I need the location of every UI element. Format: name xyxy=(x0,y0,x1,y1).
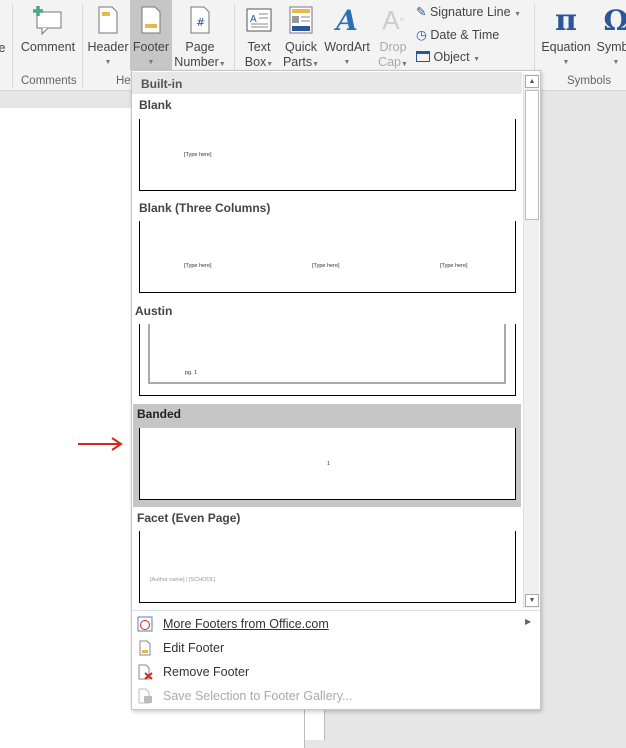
preview: [Author name] | [SCHOOL] xyxy=(139,531,516,603)
text-box-button[interactable]: A Text Box▼ xyxy=(238,0,280,74)
scroll-up-button[interactable]: ▲ xyxy=(525,75,539,88)
section-header-built-in: Built-in xyxy=(132,72,522,94)
object-button[interactable]: Object ▼ xyxy=(416,50,480,64)
submenu-arrow-icon: ▶ xyxy=(525,617,532,626)
omega-icon: Ω xyxy=(603,3,626,37)
quick-parts-icon xyxy=(282,0,320,40)
header-button[interactable]: Header ▼ xyxy=(86,0,130,74)
menu-item-remove-footer[interactable]: Remove Footer xyxy=(132,660,540,684)
group-header-footer: He xyxy=(116,75,131,87)
gallery-item-blank-three-columns[interactable]: Blank (Three Columns) [Type here] [Type … xyxy=(133,197,521,300)
quick-parts-button[interactable]: Quick Parts▼ xyxy=(282,0,320,74)
preview: [Type here] [Type here] [Type here] xyxy=(139,221,516,293)
drop-cap-icon: A ≡ xyxy=(382,4,404,35)
calendar-clock-icon: ◷ xyxy=(416,28,427,42)
remove-footer-icon xyxy=(138,664,153,680)
drop-cap-button[interactable]: A ≡ Drop Cap▼ xyxy=(374,0,412,74)
preview: 1 xyxy=(139,428,516,500)
equation-button[interactable]: π Equation ▼ xyxy=(538,0,594,74)
gallery-scrollbar[interactable]: ▲ ▼ xyxy=(523,74,539,608)
object-icon xyxy=(416,51,430,62)
partial-button[interactable]: e xyxy=(0,41,8,115)
menu-item-more-footers[interactable]: More Footers from Office.com ▶ xyxy=(132,612,540,636)
symbol-button[interactable]: Ω Symbo▼ xyxy=(594,0,626,74)
comment-icon xyxy=(16,0,80,40)
scroll-down-button[interactable]: ▼ xyxy=(525,594,539,607)
edit-footer-icon xyxy=(139,640,151,656)
footer-icon xyxy=(130,0,172,40)
date-time-button[interactable]: ◷ Date & Time xyxy=(416,27,499,42)
red-arrow-annotation xyxy=(78,437,123,451)
gallery-item-austin[interactable]: Austin pg. 1 xyxy=(133,300,521,403)
page-number-button[interactable]: # Page Number▼ xyxy=(172,0,228,74)
pi-icon: π xyxy=(555,2,577,38)
signature-icon: ✎ xyxy=(416,5,427,19)
gallery-item-blank[interactable]: Blank [Type here] xyxy=(133,94,521,197)
preview: pg. 1 xyxy=(139,324,516,396)
office-com-icon xyxy=(137,616,153,632)
menu-item-save-selection[interactable]: Save Selection to Footer Gallery... xyxy=(132,684,540,708)
svg-text:#: # xyxy=(196,16,205,29)
wordart-icon: A xyxy=(336,3,358,37)
footer-dropdown: Built-in Blank [Type here] Blank (Three … xyxy=(131,70,541,710)
save-gallery-icon xyxy=(138,688,152,704)
preview: [Type here] xyxy=(139,119,516,191)
footer-button[interactable]: Footer ▼ xyxy=(130,0,172,70)
group-comments: Comments xyxy=(21,75,77,87)
gallery-item-banded[interactable]: Banded 1 xyxy=(133,404,521,507)
page-number-icon: # xyxy=(172,0,228,40)
wordart-button[interactable]: A WordArt ▼ xyxy=(322,0,372,74)
signature-line-button[interactable]: ✎ Signature Line ▼ xyxy=(416,4,521,19)
svg-text:A: A xyxy=(250,14,257,25)
scroll-thumb[interactable] xyxy=(525,90,539,220)
group-symbols: Symbols xyxy=(567,75,612,87)
gallery-item-facet-even-page[interactable]: Facet (Even Page) [Author name] | [SCHOO… xyxy=(133,507,521,610)
text-box-icon: A xyxy=(238,0,280,40)
menu-item-edit-footer[interactable]: Edit Footer xyxy=(132,636,540,660)
comment-button[interactable]: Comment xyxy=(16,0,80,74)
header-icon xyxy=(86,0,130,40)
